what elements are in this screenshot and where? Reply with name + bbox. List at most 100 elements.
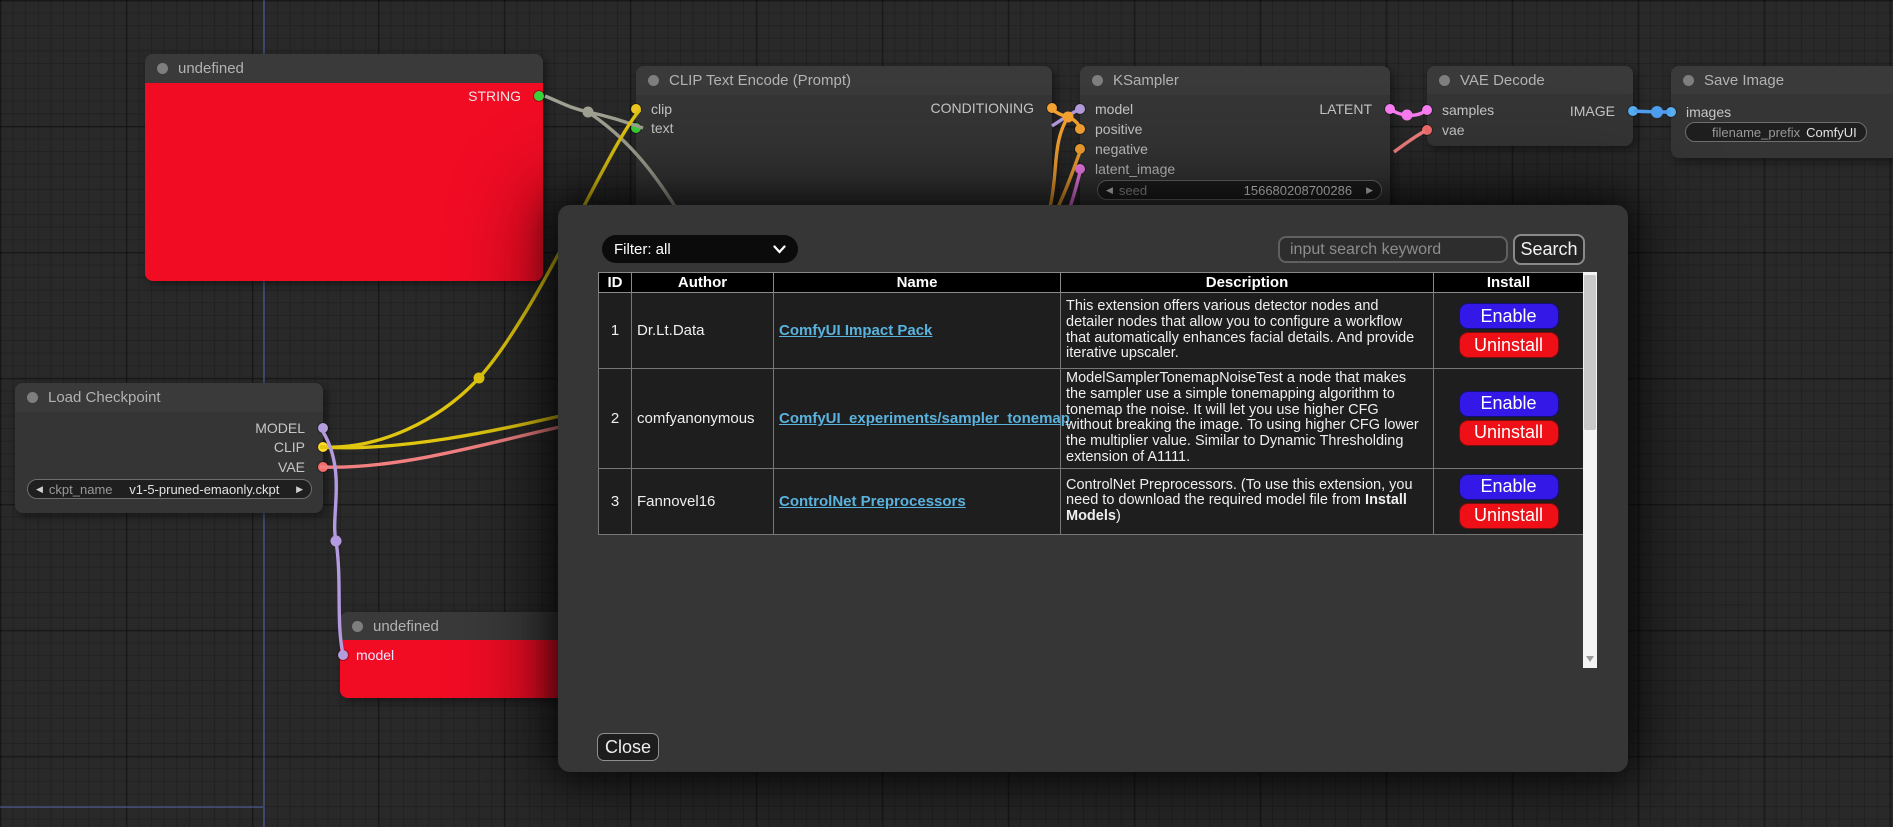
collapse-dot-icon[interactable] bbox=[648, 75, 659, 86]
search-input[interactable] bbox=[1278, 236, 1508, 263]
scrollbar-down-arrow[interactable] bbox=[1583, 652, 1597, 666]
clip-output-port[interactable] bbox=[318, 442, 328, 452]
node-header[interactable]: Load Checkpoint bbox=[15, 383, 323, 412]
string-output-port[interactable] bbox=[534, 91, 544, 101]
collapse-dot-icon[interactable] bbox=[352, 621, 363, 632]
extension-link[interactable]: ControlNet Preprocessors bbox=[779, 493, 966, 510]
latent-output-port[interactable] bbox=[1385, 104, 1395, 114]
table-row: 3Fannovel16ControlNet PreprocessorsContr… bbox=[599, 468, 1584, 534]
uninstall-button[interactable]: Uninstall bbox=[1459, 420, 1559, 446]
widget-label: seed bbox=[1119, 183, 1147, 198]
table-scrollbar[interactable] bbox=[1583, 272, 1597, 668]
close-button[interactable]: Close bbox=[597, 733, 659, 761]
enable-button[interactable]: Enable bbox=[1459, 303, 1559, 329]
node-save-image[interactable]: Save Image images filename_prefix ComfyU… bbox=[1671, 66, 1893, 158]
vae-input-port[interactable] bbox=[1422, 125, 1432, 135]
node-header[interactable]: VAE Decode bbox=[1427, 66, 1633, 94]
positive-input-port[interactable] bbox=[1075, 124, 1085, 134]
cell-author: Dr.Lt.Data bbox=[632, 293, 774, 369]
table-row: 2comfyanonymousComfyUI_experiments/sampl… bbox=[599, 369, 1584, 469]
node-title: Load Checkpoint bbox=[48, 389, 161, 406]
node-header[interactable]: undefined bbox=[145, 54, 543, 83]
seed-widget[interactable]: ◀ seed 156680208700286 ▶ bbox=[1097, 180, 1382, 200]
filter-selected-value: Filter: all bbox=[614, 241, 671, 258]
wire-dot bbox=[1402, 110, 1413, 121]
enable-button[interactable]: Enable bbox=[1459, 391, 1559, 417]
widget-label: filename_prefix bbox=[1712, 125, 1800, 140]
cell-name: ComfyUI Impact Pack bbox=[774, 293, 1061, 369]
node-undefined-top[interactable]: undefined STRING bbox=[145, 54, 543, 281]
uninstall-button[interactable]: Uninstall bbox=[1459, 332, 1559, 358]
input-label: negative bbox=[1095, 141, 1148, 157]
increment-arrow-icon[interactable]: ▶ bbox=[1366, 185, 1373, 196]
wire-dot bbox=[331, 536, 342, 547]
wire-to-vae-input bbox=[1394, 131, 1425, 152]
node-title: KSampler bbox=[1113, 72, 1179, 89]
collapse-dot-icon[interactable] bbox=[1439, 75, 1450, 86]
collapse-dot-icon[interactable] bbox=[27, 392, 38, 403]
uninstall-button[interactable]: Uninstall bbox=[1459, 503, 1559, 529]
output-label: CLIP bbox=[274, 439, 305, 455]
cell-author: Fannovel16 bbox=[632, 468, 774, 534]
collapse-dot-icon[interactable] bbox=[157, 63, 168, 74]
extension-link[interactable]: ComfyUI Impact Pack bbox=[779, 322, 932, 339]
samples-input-port[interactable] bbox=[1422, 105, 1432, 115]
col-header-name: Name bbox=[774, 273, 1061, 293]
model-input-port[interactable] bbox=[338, 650, 348, 660]
collapse-dot-icon[interactable] bbox=[1092, 75, 1103, 86]
wire-to-negative bbox=[1058, 149, 1081, 207]
output-label: IMAGE bbox=[1570, 103, 1615, 119]
wire-dot bbox=[474, 373, 485, 384]
node-title: undefined bbox=[178, 60, 244, 77]
decrement-arrow-icon[interactable]: ◀ bbox=[1106, 185, 1113, 196]
clip-input-port[interactable] bbox=[631, 104, 641, 114]
model-output-port[interactable] bbox=[318, 423, 328, 433]
output-label: LATENT bbox=[1319, 101, 1372, 117]
input-label: vae bbox=[1442, 122, 1465, 138]
vae-output-port[interactable] bbox=[318, 462, 328, 472]
node-header[interactable]: CLIP Text Encode (Prompt) bbox=[636, 66, 1052, 95]
node-vae-decode[interactable]: VAE Decode samples vae IMAGE bbox=[1427, 66, 1633, 146]
node-header[interactable]: KSampler bbox=[1080, 66, 1390, 95]
image-output-port[interactable] bbox=[1628, 106, 1638, 116]
node-header[interactable]: Save Image bbox=[1671, 66, 1893, 94]
node-ksampler[interactable]: KSampler model positive negative latent_… bbox=[1080, 66, 1390, 214]
scrollbar-thumb[interactable] bbox=[1584, 275, 1596, 430]
cell-install: Enable Uninstall bbox=[1434, 468, 1584, 534]
collapse-dot-icon[interactable] bbox=[1683, 75, 1694, 86]
filter-select[interactable]: Filter: all bbox=[602, 235, 798, 263]
extension-table: ID Author Name Description Install 1Dr.L… bbox=[598, 272, 1584, 535]
input-label: model bbox=[356, 647, 394, 663]
input-label: images bbox=[1686, 104, 1731, 120]
wire-dot bbox=[1651, 106, 1663, 118]
prev-arrow-icon[interactable]: ◀ bbox=[36, 484, 43, 495]
extension-link[interactable]: ComfyUI_experiments/sampler_tonemap bbox=[779, 410, 1070, 427]
wire-dot bbox=[583, 107, 594, 118]
cell-name: ComfyUI_experiments/sampler_tonemap bbox=[774, 369, 1061, 469]
search-button[interactable]: Search bbox=[1513, 234, 1585, 265]
input-label: positive bbox=[1095, 121, 1142, 137]
text-input-port[interactable] bbox=[631, 123, 641, 133]
filename-prefix-widget[interactable]: filename_prefix ComfyUI bbox=[1685, 122, 1867, 142]
input-label: text bbox=[651, 120, 674, 136]
col-header-author: Author bbox=[632, 273, 774, 293]
images-input-port[interactable] bbox=[1666, 107, 1676, 117]
widget-value: ComfyUI bbox=[1806, 125, 1861, 140]
node-load-checkpoint[interactable]: Load Checkpoint MODEL CLIP VAE ◀ ckpt_na… bbox=[15, 383, 323, 513]
conditioning-output-port[interactable] bbox=[1047, 103, 1057, 113]
latent-image-input-port[interactable] bbox=[1075, 164, 1085, 174]
enable-button[interactable]: Enable bbox=[1459, 474, 1559, 500]
extension-manager-dialog: Filter: all Search ID Author Name Descri… bbox=[558, 205, 1628, 772]
extension-table-body: 1Dr.Lt.DataComfyUI Impact PackThis exten… bbox=[599, 293, 1584, 535]
comfyui-canvas[interactable]: undefined STRING CLIP Text Encode (Promp… bbox=[0, 0, 1893, 827]
canvas-axis-horizontal bbox=[0, 806, 263, 808]
ckpt-name-widget[interactable]: ◀ ckpt_name v1-5-pruned-emaonly.ckpt ▶ bbox=[27, 479, 312, 499]
negative-input-port[interactable] bbox=[1075, 144, 1085, 154]
table-row: 1Dr.Lt.DataComfyUI Impact PackThis exten… bbox=[599, 293, 1584, 369]
next-arrow-icon[interactable]: ▶ bbox=[296, 484, 303, 495]
cell-install: Enable Uninstall bbox=[1434, 369, 1584, 469]
model-input-port[interactable] bbox=[1075, 104, 1085, 114]
node-title: undefined bbox=[373, 618, 439, 635]
cell-id: 1 bbox=[599, 293, 632, 369]
node-title: CLIP Text Encode (Prompt) bbox=[669, 72, 851, 89]
